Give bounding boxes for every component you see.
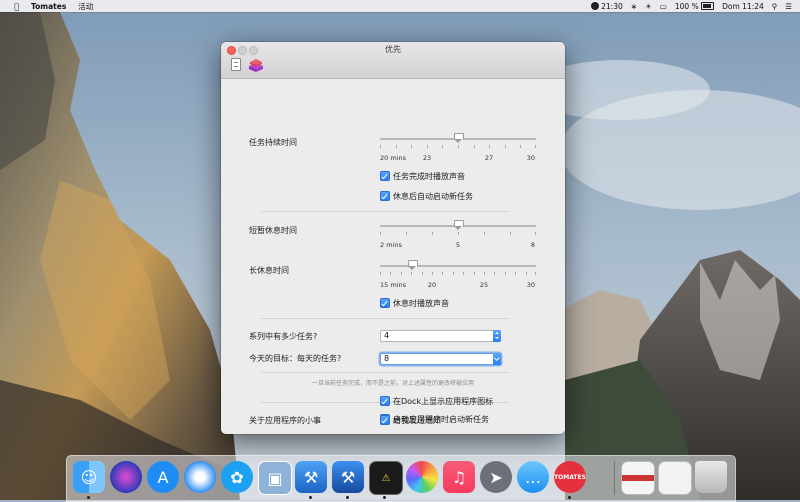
preview-icon[interactable]: ▣ [258, 461, 292, 495]
separator [261, 211, 509, 212]
preferences-window: 优先 任务持续时间 20 mins 23 27 30 任务完成时播放声音 休息后… [221, 42, 565, 434]
app-section-label: 关于应用程序的小事 [249, 416, 321, 425]
tick-label: 30 [526, 154, 535, 162]
notification-center-icon[interactable]: ☰ [785, 2, 792, 11]
bluetooth-icon[interactable]: ∗ [631, 2, 637, 11]
dock: ☺ A ✶ ✿ ▣ ⚒ ⚒ ⚠ ♫ ➤ … TOMATES [66, 455, 736, 502]
tomatoes-app-icon[interactable]: TOMATES [554, 461, 586, 493]
launchpad-icon[interactable]: ➤ [480, 461, 512, 493]
window-title: 优先 [385, 45, 401, 54]
checkbox-label: 给我发送通知 [393, 415, 441, 425]
xcode-beta-icon[interactable]: ⚒ [332, 461, 364, 493]
tick-label: 23 [422, 154, 432, 162]
show-dock-icon-checkbox[interactable]: 在Dock上显示应用程序图标 [380, 396, 493, 406]
running-indicator [309, 496, 312, 499]
stack-icon[interactable] [621, 461, 655, 495]
title-bar[interactable]: 优先 [221, 42, 565, 79]
separator [261, 372, 509, 373]
menubar-menu-activity[interactable]: 活动 [78, 1, 93, 12]
stack-2-icon[interactable] [658, 461, 692, 495]
app-store-icon[interactable]: A [147, 461, 179, 493]
chevron-down-icon[interactable] [492, 353, 501, 365]
short-break-slider[interactable]: 2 mins 5 8 [380, 220, 536, 249]
console-icon[interactable]: ⚠ [369, 461, 403, 495]
series-count-label: 系列中有多少任务? [249, 332, 318, 341]
checkbox-checked[interactable] [380, 396, 390, 406]
tomato-timer-status[interactable]: 21:30 [590, 1, 623, 11]
stepper-value[interactable]: 4 [384, 331, 389, 341]
battery-icon [701, 2, 715, 10]
task-duration-label: 任务持续时间 [249, 138, 297, 147]
running-indicator [568, 496, 571, 499]
tomatoes-app-label: TOMATES [554, 473, 586, 481]
twitter-icon[interactable]: ✿ [221, 461, 253, 493]
combobox-value[interactable]: 8 [384, 354, 389, 364]
long-break-slider[interactable]: 15 mins 20 25 30 [380, 260, 536, 289]
series-count-stepper[interactable]: 4 [380, 330, 501, 342]
checkbox-label: 休息后自动启动新任务 [393, 191, 473, 201]
checkbox-checked[interactable] [380, 415, 390, 425]
checkbox-label: 休息时播放声音 [393, 298, 449, 308]
dock-divider [614, 461, 615, 495]
menubar-app-name[interactable]: Tomates [31, 2, 66, 11]
checkbox-checked[interactable] [380, 171, 390, 181]
running-indicator [87, 496, 90, 499]
tick-label: 25 [479, 281, 489, 289]
timer-text: 21:30 [601, 1, 623, 11]
wifi-icon[interactable]: ☀ [645, 2, 652, 11]
finder-icon[interactable]: ☺ [73, 461, 105, 493]
siri-icon[interactable] [110, 461, 142, 493]
menubar-status-area: 21:30 ∗ ☀ ▭ 100 % Dom 11:24 ⚲ ☰ [590, 0, 792, 12]
tick-label: 20 [427, 281, 437, 289]
daily-goal-label: 今天的目标：每天的任务? [249, 354, 342, 363]
auto-start-after-break-checkbox[interactable]: 休息后自动启动新任务 [380, 191, 473, 201]
clock[interactable]: Dom 11:24 [722, 2, 764, 11]
tomato-status-icon [590, 2, 599, 10]
photos-icon[interactable] [406, 461, 438, 493]
apple-icon[interactable]:  [12, 2, 21, 11]
short-break-label: 短暂休息时间 [249, 226, 297, 235]
running-indicator [346, 496, 349, 499]
airplay-icon[interactable]: ▭ [660, 2, 667, 11]
menu-bar:  Tomates 活动 21:30 ∗ ☀ ▭ 100 % Dom 11:24… [0, 0, 800, 12]
running-indicator [383, 496, 386, 499]
sound-on-finish-checkbox[interactable]: 任务完成时播放声音 [380, 171, 465, 181]
separator [261, 318, 509, 319]
tick-label: 20 mins [380, 154, 406, 162]
checkbox-checked[interactable] [380, 298, 390, 308]
messages-icon[interactable]: … [517, 461, 549, 493]
long-break-label: 长休息时间 [249, 266, 289, 275]
daily-goal-combobox[interactable]: 8 [380, 353, 501, 365]
general-tab-icon[interactable] [228, 57, 242, 71]
trash-icon[interactable] [695, 461, 727, 493]
checkbox-label: 任务完成时播放声音 [393, 171, 465, 181]
send-notifications-checkbox[interactable]: 给我发送通知 [380, 415, 441, 425]
battery-status[interactable]: 100 % [674, 1, 715, 11]
tick-label: 27 [484, 154, 494, 162]
tick-label: 5 [455, 241, 461, 249]
music-icon[interactable]: ♫ [443, 461, 475, 493]
tick-label: 30 [526, 281, 535, 289]
tick-label: 15 mins [380, 281, 406, 289]
tick-label: 2 mins [380, 241, 402, 249]
checkbox-label: 在Dock上显示应用程序图标 [393, 396, 494, 406]
xcode-icon[interactable]: ⚒ [295, 461, 327, 493]
battery-text: 100 % [674, 1, 699, 11]
sound-on-break-checkbox[interactable]: 休息时播放声音 [380, 298, 449, 308]
preferences-content: 任务持续时间 20 mins 23 27 30 任务完成时播放声音 休息后自动启… [221, 79, 565, 434]
checkbox-checked[interactable] [380, 191, 390, 201]
tick-label: 8 [530, 241, 535, 249]
safari-icon[interactable]: ✶ [184, 461, 216, 493]
task-duration-slider[interactable]: 20 mins 23 27 30 [380, 133, 536, 162]
spotlight-icon[interactable]: ⚲ [772, 2, 778, 11]
stepper-arrows-icon[interactable] [492, 330, 501, 342]
tomato-tab-icon[interactable] [247, 56, 265, 74]
apply-note: 一旦当前任务完成，而不是之前，对上述属性的更改将被应用 [311, 380, 474, 387]
